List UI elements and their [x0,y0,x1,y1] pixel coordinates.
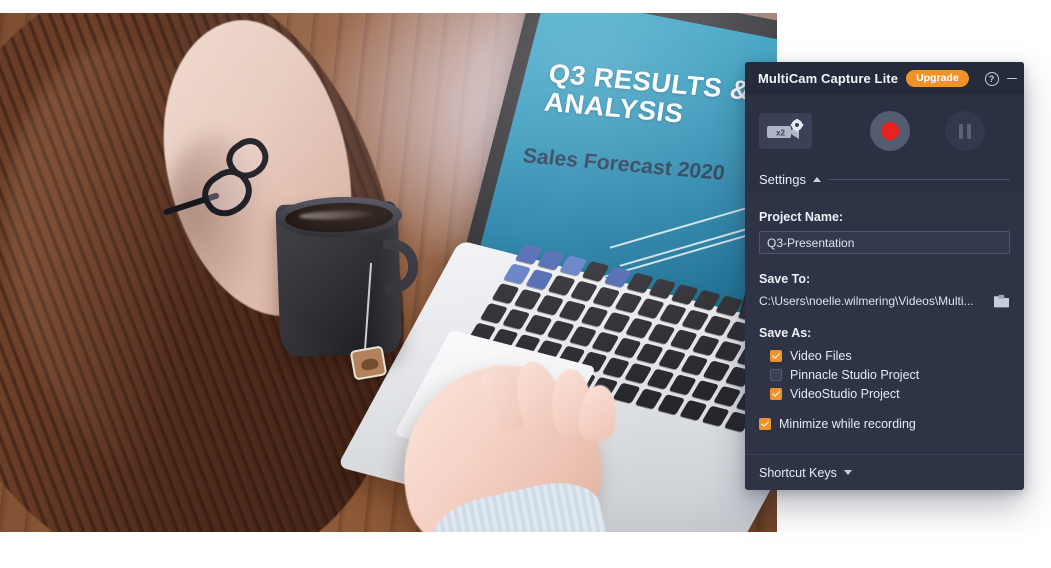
project-name-input[interactable] [759,231,1010,254]
window-titlebar: MultiCam Capture Lite Upgrade ? ✕ [745,62,1024,95]
app-title: MultiCam Capture Lite [758,71,899,86]
save-as-option-label: VideoStudio Project [790,387,900,401]
background-photo: Q3 RESULTS & ANALYSIS Sales Forecast 202… [0,13,777,532]
help-icon[interactable]: ? [984,69,999,88]
shortcut-keys-label: Shortcut Keys [759,465,837,480]
screenshot-root: Q3 RESULTS & ANALYSIS Sales Forecast 202… [0,0,1051,568]
save-as-option-label: Video Files [790,349,852,363]
save-to-label: Save To: [759,272,811,286]
checkbox-minimize-while-recording[interactable] [759,418,771,430]
capture-toolbar: x2 [745,95,1024,166]
svg-text:x2: x2 [776,128,785,137]
upgrade-button[interactable]: Upgrade [906,69,969,88]
record-dot-icon [881,122,899,140]
save-to-row: C:\Users\noelle.wilmering\Videos\Multi..… [759,293,1010,308]
chevron-up-icon [812,177,821,182]
project-name-label: Project Name: [759,210,844,224]
record-button[interactable] [870,111,910,151]
checkbox-pinnacle-studio-project[interactable] [770,369,782,381]
settings-body: Project Name: Save To: C:\Users\noelle.w… [745,193,1024,433]
chevron-down-icon [843,470,852,475]
save-as-option-label: Pinnacle Studio Project [790,368,920,382]
help-glyph: ? [984,71,999,86]
folder-icon[interactable] [993,293,1010,308]
save-as-options-list: Video Files Pinnacle Studio Project Vide… [759,347,1010,433]
pause-bar-icon [959,123,963,139]
minimize-icon[interactable] [1006,69,1017,88]
settings-label: Settings [759,172,806,187]
photo-light-overlay [0,13,777,532]
camera-settings-button[interactable]: x2 [759,112,812,149]
settings-divider [827,179,1010,180]
shortcut-keys-section[interactable]: Shortcut Keys [745,454,1024,490]
multicam-capture-panel: MultiCam Capture Lite Upgrade ? ✕ x2 [745,62,1024,490]
minimize-dash [1006,77,1017,80]
checkbox-video-files[interactable] [770,350,782,362]
save-as-label: Save As: [759,326,812,340]
checkbox-videostudio-project[interactable] [770,388,782,400]
minimize-while-recording-label: Minimize while recording [779,417,916,431]
save-as-option-row[interactable]: VideoStudio Project [759,385,1010,403]
save-as-option-row[interactable]: Video Files [759,347,1010,365]
settings-section-header[interactable]: Settings [745,166,1024,193]
pause-bar-icon [967,123,971,139]
pause-button[interactable] [945,111,985,151]
save-to-path: C:\Users\noelle.wilmering\Videos\Multi..… [759,293,974,308]
camcorder-gear-icon: x2 [766,118,803,139]
minimize-while-recording-row[interactable]: Minimize while recording [759,415,1010,433]
save-as-option-row[interactable]: Pinnacle Studio Project [759,366,1010,384]
